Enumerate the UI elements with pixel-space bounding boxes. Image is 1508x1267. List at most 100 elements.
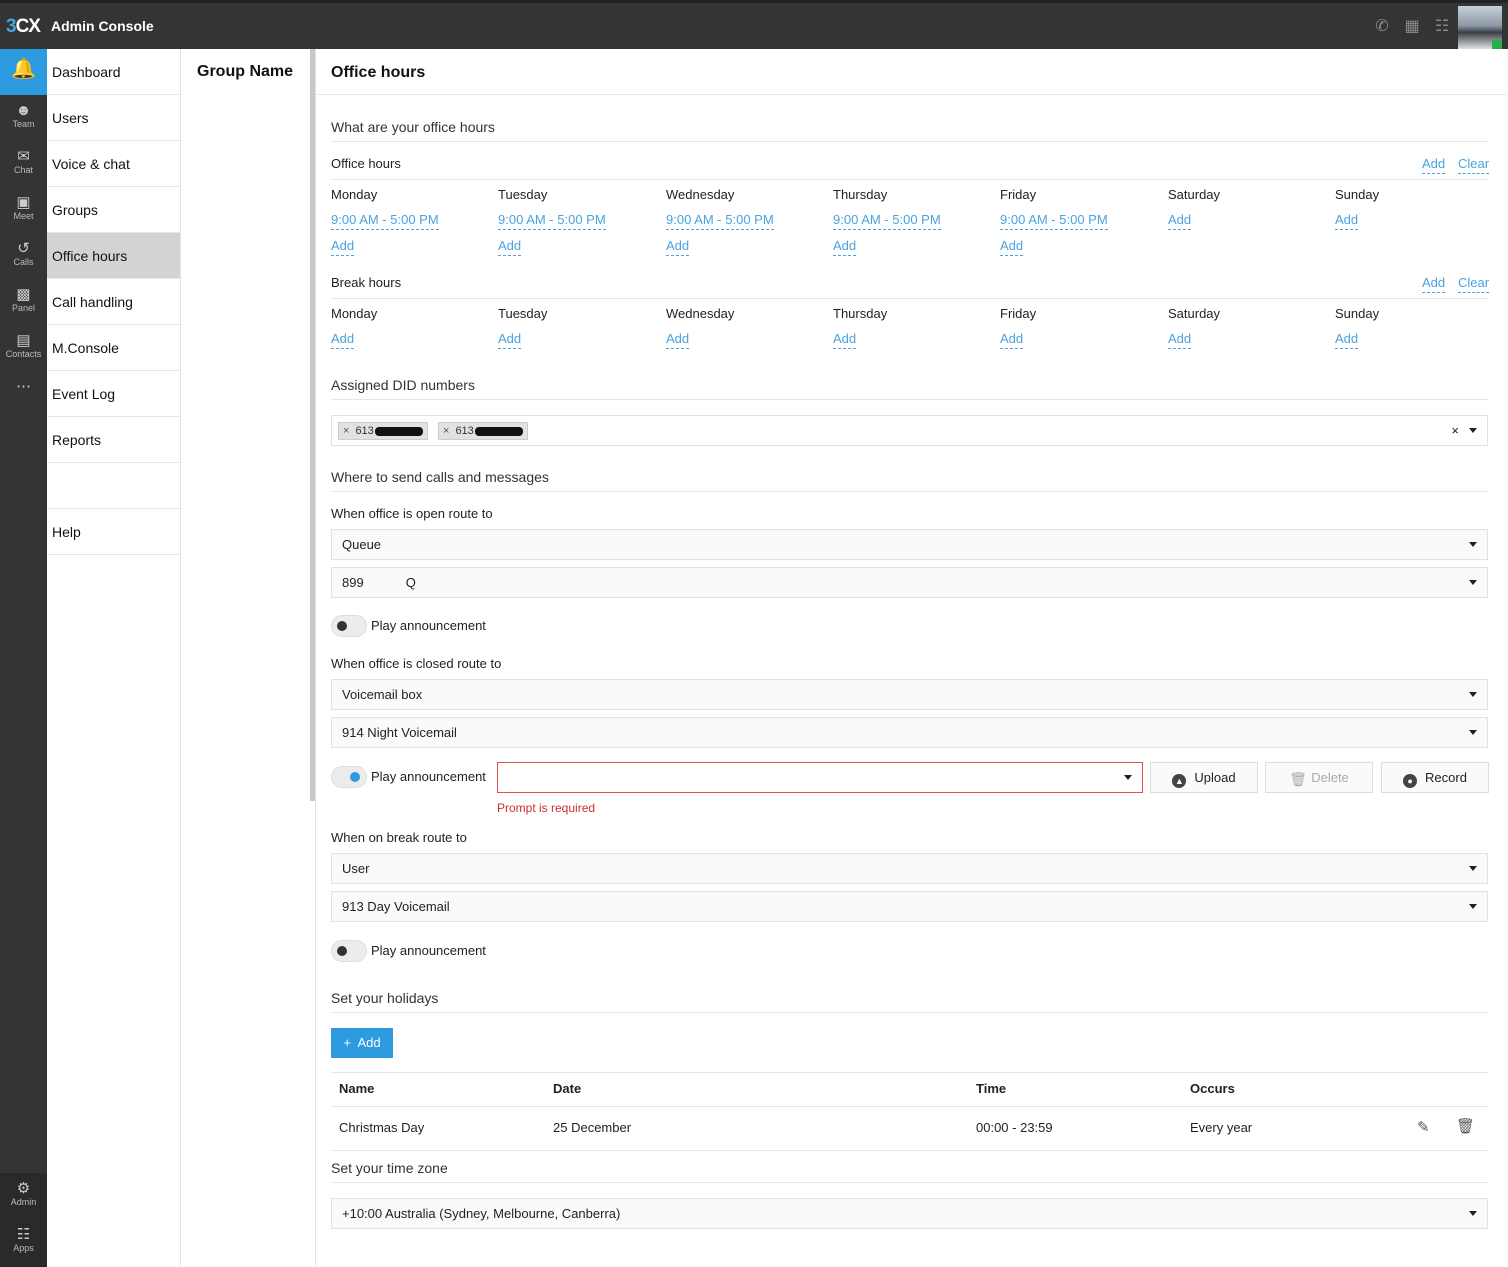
admin-nav: Dashboard Users Voice & chat Groups Offi… [47,49,181,1267]
office-hours-add-link[interactable]: Add [1422,156,1446,174]
edit-icon[interactable]: ✎ [1417,1118,1430,1136]
holiday-time: 00:00 - 23:59 [976,1120,1053,1135]
break-day-monday: Monday [331,306,378,321]
break-hours-add-wednesday[interactable]: Add [666,331,690,349]
office-day-friday: Friday [1000,187,1037,202]
office-hours-range-friday[interactable]: 9:00 AM - 5:00 PM [1000,212,1108,230]
rail-notifications[interactable]: 🔔 [0,49,47,95]
office-hours-add-tuesday[interactable]: Add [498,238,522,256]
top-bar: 3CX Admin Console ✆ ▦ ☷ [0,0,1508,50]
rail-admin[interactable]: ⚙ Admin [0,1173,47,1219]
plus-icon: + [343,1035,358,1050]
divider [331,1106,1488,1107]
break-play-announcement-toggle[interactable] [331,940,367,962]
break-hours-clear-link[interactable]: Clear [1458,275,1490,293]
remove-tag-icon[interactable]: × [343,425,349,437]
break-route-target-select[interactable]: 913 Day Voicemail [331,891,1488,922]
office-hours-add-thursday[interactable]: Add [833,238,857,256]
break-hours-add-link[interactable]: Add [1422,275,1446,293]
divider [331,491,1488,492]
history-icon: ↺ [17,240,30,257]
break-hours-add-friday[interactable]: Add [1000,331,1024,349]
divider [331,1182,1488,1183]
timezone-select[interactable]: +10:00 Australia (Sydney, Melbourne, Can… [331,1198,1488,1229]
holiday-name: Christmas Day [339,1120,425,1135]
nav-item-help[interactable]: Help [47,509,180,555]
nav-item-office-hours[interactable]: Office hours [47,233,180,279]
office-day-wednesday: Wednesday [666,187,735,202]
delete-button[interactable]: 🗑 Delete [1265,762,1373,793]
office-hours-range-thursday[interactable]: 9:00 AM - 5:00 PM [833,212,941,230]
did-tag[interactable]: × 613 [338,422,428,440]
nav-item-call-handling[interactable]: Call handling [47,279,180,325]
team-icon: ☻ [15,102,32,119]
chevron-down-icon[interactable] [1469,428,1477,433]
book-icon[interactable]: ☷ [1434,16,1450,36]
nav-item-m-console[interactable]: M.Console [47,325,180,371]
office-hours-add-sunday[interactable]: Add [1335,212,1359,230]
record-button[interactable]: ● Record [1381,762,1489,793]
nav-item-groups[interactable]: Groups [47,187,180,233]
rail-calls[interactable]: ↺ Calls [0,233,47,279]
column-header-time[interactable]: Time [976,1081,1006,1096]
closed-route-type-select[interactable]: Voicemail box [331,679,1488,710]
closed-route-target-select[interactable]: 914 Night Voicemail [331,717,1488,748]
nav-item-dashboard[interactable]: Dashboard [47,49,180,95]
rail-more[interactable]: ⋯ [0,371,47,417]
column-header-date[interactable]: Date [553,1081,581,1096]
clear-all-icon[interactable]: × [1451,416,1459,445]
office-hours-range-monday[interactable]: 9:00 AM - 5:00 PM [331,212,439,230]
break-day-thursday: Thursday [833,306,888,321]
did-tag[interactable]: × 613 [438,422,528,440]
chevron-down-icon [1469,580,1477,585]
office-hours-clear-link[interactable]: Clear [1458,156,1490,174]
break-route-type-select[interactable]: User [331,853,1488,884]
trash-icon[interactable]: 🗑 [1456,1117,1475,1135]
office-hours-range-tuesday[interactable]: 9:00 AM - 5:00 PM [498,212,606,230]
open-route-type-select[interactable]: Queue [331,529,1488,560]
nav-item-reports[interactable]: Reports [47,417,180,463]
break-hours-add-saturday[interactable]: Add [1168,331,1192,349]
nav-item-voice-chat[interactable]: Voice & chat [47,141,180,187]
main-content: Office hours What are your office hours … [315,49,1506,1267]
break-hours-add-thursday[interactable]: Add [833,331,857,349]
rail-contacts[interactable]: ▤ Contacts [0,325,47,371]
group-column: Group Name [182,49,314,1267]
office-hours-add-saturday[interactable]: Add [1168,212,1192,230]
column-header-occurs[interactable]: Occurs [1190,1081,1235,1096]
nav-item-event-log[interactable]: Event Log [47,371,180,417]
break-hours-add-monday[interactable]: Add [331,331,355,349]
break-hours-add-sunday[interactable]: Add [1335,331,1359,349]
upload-button[interactable]: ▲ Upload [1150,762,1258,793]
rail-apps[interactable]: ☷ Apps [0,1219,47,1265]
rail-chat[interactable]: ✉ Chat [0,141,47,187]
prompt-file-select[interactable] [497,762,1143,793]
did-numbers-select[interactable]: × 613 × 613 × [331,415,1488,446]
closed-play-announcement-label: Play announcement [371,769,486,784]
rail-team[interactable]: ☻ Team [0,95,47,141]
break-hours-add-tuesday[interactable]: Add [498,331,522,349]
office-hours-add-wednesday[interactable]: Add [666,238,690,256]
office-day-monday: Monday [331,187,378,202]
avatar[interactable] [1458,6,1502,50]
office-hours-add-friday[interactable]: Add [1000,238,1024,256]
nav-item-users[interactable]: Users [47,95,180,141]
remove-tag-icon[interactable]: × [443,425,449,437]
rail-bottom: ⚙ Admin ☷ Apps [0,1173,47,1267]
rail-meet[interactable]: ▣ Meet [0,187,47,233]
break-day-saturday: Saturday [1168,306,1221,321]
open-route-target-select[interactable]: 899 Q [331,567,1488,598]
rail-panel[interactable]: ▩ Panel [0,279,47,325]
3cx-logo[interactable]: 3CX [6,16,41,38]
office-hours-range-wednesday[interactable]: 9:00 AM - 5:00 PM [666,212,774,230]
open-play-announcement-toggle[interactable] [331,615,367,637]
phone-icon[interactable]: ✆ [1374,16,1390,36]
upload-icon: ▲ [1172,774,1187,788]
closed-play-announcement-toggle[interactable] [331,766,367,788]
office-hours-add-monday[interactable]: Add [331,238,355,256]
column-header-name[interactable]: Name [339,1081,374,1096]
qr-code-icon[interactable]: ▦ [1404,16,1420,36]
chevron-down-icon [1469,542,1477,547]
chevron-down-icon [1469,1211,1477,1216]
add-holiday-button[interactable]: + Add [331,1028,393,1058]
